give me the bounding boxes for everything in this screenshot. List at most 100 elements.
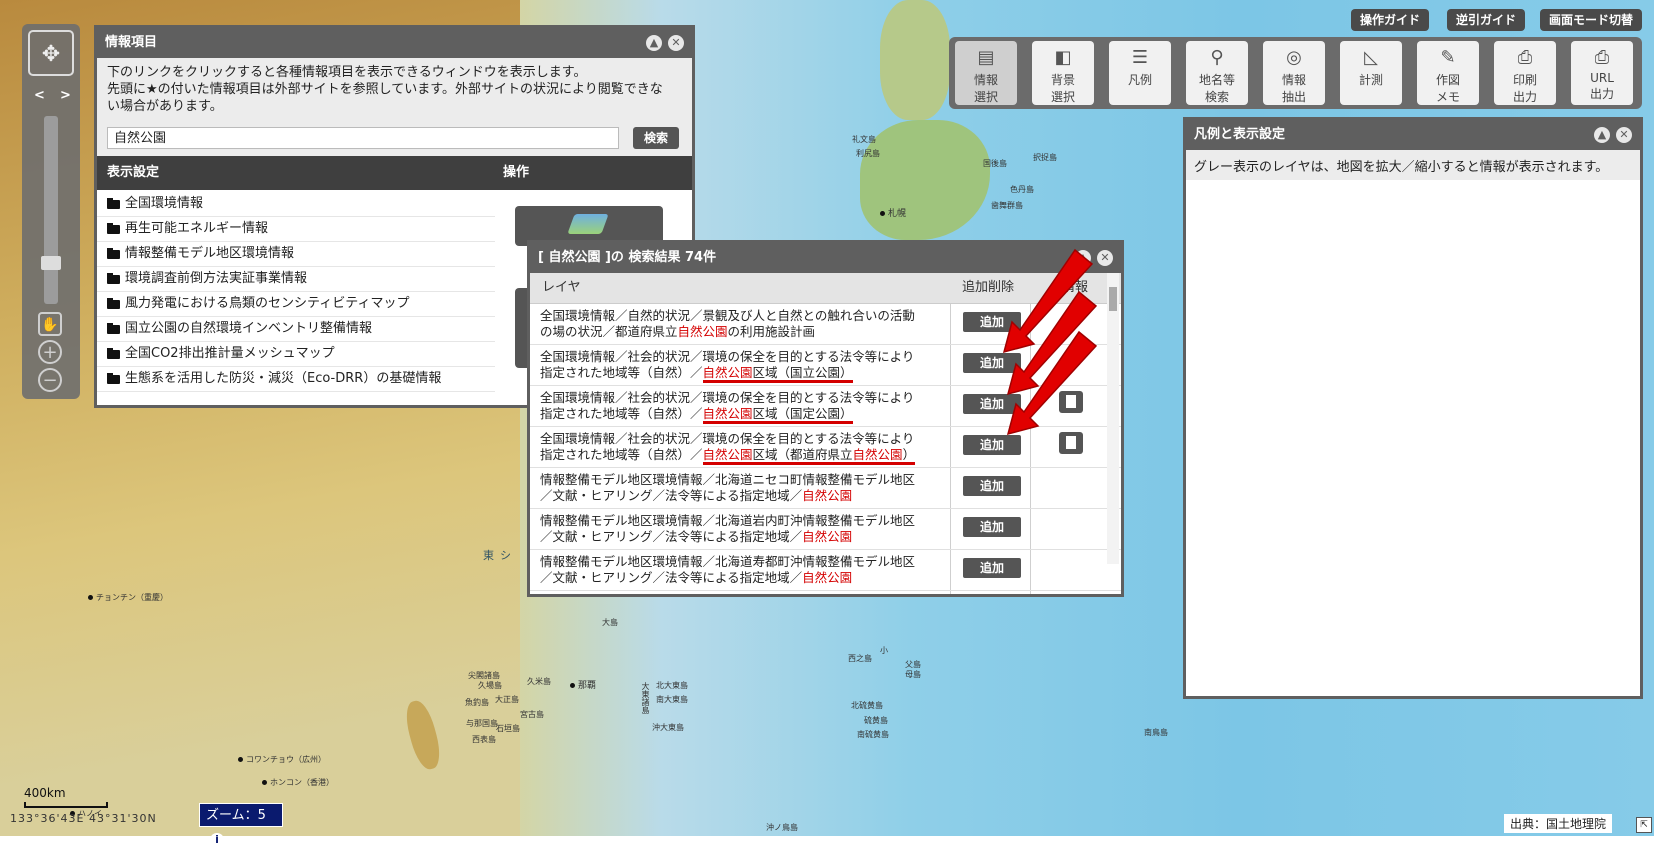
add-button[interactable]: 追加	[963, 558, 1021, 578]
collapse-icon[interactable]: ▲	[646, 35, 662, 51]
close-icon[interactable]: ✕	[1097, 250, 1113, 266]
highlight-term: 自然公園	[802, 529, 853, 544]
result-text-line: 指定された地域等（自然）／	[540, 365, 703, 380]
category-item[interactable]: 再生可能エネルギー情報	[97, 217, 495, 242]
category-item[interactable]: 生態系を活用した防災・減災（Eco-DRR）の基礎情報	[97, 367, 495, 392]
highlight-term: 自然公園	[802, 570, 853, 585]
map-label-kubajima: 久場島	[478, 681, 502, 690]
highlight-term: 自然公園	[802, 488, 853, 503]
category-item[interactable]: 全国CO2排出推計量メッシュマップ	[97, 342, 495, 367]
results-title: [ 自然公園 ]の 検索結果 74件	[538, 250, 717, 265]
result-text-line: 情報整備モデル地区環境情報／北海道岩内町沖情報整備モデル地区	[540, 513, 916, 528]
map-label-chongqing: チョンチン（重慶）	[88, 592, 168, 603]
add-button[interactable]: 追加	[963, 517, 1021, 537]
add-button[interactable]: 追加	[963, 476, 1021, 496]
result-text-line: 区域（国定公園）	[752, 406, 853, 421]
category-label: 生態系を活用した防災・減災（Eco-DRR）の基礎情報	[125, 371, 442, 386]
tool-measure[interactable]: ◺ 計測	[1340, 41, 1402, 105]
map-label-habomai: 歯舞群島	[991, 201, 1023, 210]
result-layer-text: 全国環境情報／社会的状況／環境の保全を目的とする法令等により 指定された地域等（自…	[540, 390, 935, 424]
result-row: 全国環境情報／社会的状況／環境の保全を目的とする法令等により 指定された地域等（自…	[530, 386, 1121, 427]
category-item[interactable]: 国立公園の自然環境インベントリ整備情報	[97, 317, 495, 342]
info-panel-description: 下のリンクをクリックすると各種情報項目を表示できるウィンドウを表示します。 先頭…	[97, 58, 692, 120]
nav-left-button[interactable]: <	[34, 88, 45, 103]
search-input[interactable]: 自然公園	[107, 127, 619, 149]
hand-tool-icon[interactable]: ✋	[38, 312, 62, 336]
legend-titlebar[interactable]: 凡例と表示設定 ▲ ✕	[1186, 120, 1640, 150]
map-label-etorofu: 択捉島	[1033, 153, 1057, 162]
category-item[interactable]: 風力発電における鳥類のセンシティビティマップ	[97, 292, 495, 317]
info-icon[interactable]: i	[210, 833, 224, 847]
map-label-iwo: 硫黄島	[864, 716, 888, 725]
add-button[interactable]: 追加	[963, 353, 1021, 373]
map-credit: 出典：国土地理院	[1504, 814, 1613, 833]
results-titlebar[interactable]: [ 自然公園 ]の 検索結果 74件 ▲ ✕	[530, 243, 1121, 273]
nav-right-button[interactable]: >	[60, 88, 71, 103]
collapse-icon[interactable]: ▲	[1594, 127, 1610, 143]
info-panel-titlebar[interactable]: 情報項目 ▲ ✕	[97, 28, 692, 58]
tool-label: メモ	[1435, 90, 1460, 104]
info-document-icon[interactable]	[1059, 432, 1083, 454]
tool-label: 情報	[973, 73, 998, 87]
expand-corner-icon[interactable]: ⇱	[1636, 817, 1652, 833]
search-button[interactable]: 検索	[633, 127, 679, 149]
scrollbar-thumb[interactable]	[1109, 287, 1117, 311]
legend-message: グレー表示のレイヤは、地図を拡大／縮小すると情報が表示されます。	[1186, 150, 1640, 180]
map-label-ishigaki: 石垣島	[496, 724, 520, 733]
map-label-yonaguni: 与那国島	[466, 719, 498, 728]
add-button[interactable]: 追加	[963, 394, 1021, 414]
legend-panel: 凡例と表示設定 ▲ ✕ グレー表示のレイヤは、地図を拡大／縮小すると情報が表示さ…	[1183, 117, 1643, 699]
zoom-in-icon[interactable]: +	[38, 340, 62, 364]
close-icon[interactable]: ✕	[1616, 127, 1632, 143]
map-label-uotsuri: 魚釣島	[465, 698, 489, 707]
placename-search-icon: ⚲	[1210, 47, 1224, 68]
map-label-iriomote: 西表島	[472, 735, 496, 744]
result-row: 全国環境情報／自然的状況／景観及び人と自然との触れ合いの活動 の場の状況／都道府県…	[530, 304, 1121, 345]
reverse-guide-button[interactable]: 逆引ガイド	[1447, 9, 1526, 31]
description-text: 先頭に★の付いた情報項目は外部サイトを参照しています。外部サイトの状況により閲覧…	[107, 82, 663, 97]
map-label-kitadaito: 北大東島	[656, 681, 688, 690]
zoom-slider[interactable]	[41, 116, 61, 304]
map-label-kume: 久米島	[527, 677, 551, 686]
printer-icon: ⎙	[1517, 47, 1533, 68]
add-button[interactable]: 追加	[963, 435, 1021, 455]
info-document-icon[interactable]	[1059, 391, 1083, 413]
zoom-slider-handle[interactable]	[41, 256, 61, 270]
result-text-line: ／文献・ヒアリング／法令等による指定地域／	[540, 488, 803, 503]
tool-drawing-memo[interactable]: ✎ 作図 メモ	[1417, 41, 1479, 105]
close-icon[interactable]: ✕	[668, 35, 684, 51]
tool-placename-search[interactable]: ⚲ 地名等 検索	[1186, 41, 1248, 105]
pan-control-icon[interactable]: ✥	[28, 30, 74, 76]
screen-mode-button[interactable]: 画面モード切替	[1540, 9, 1643, 31]
add-button[interactable]: 追加	[963, 312, 1021, 332]
category-item[interactable]: 情報整備モデル地区環境情報	[97, 242, 495, 267]
result-text-line: ／文献・ヒアリング／法令等による指定地域／	[540, 529, 803, 544]
map-label-hongkong: ホンコン（香港）	[262, 777, 334, 788]
tool-info-select[interactable]: ▤ 情報 選択	[955, 41, 1017, 105]
col-info: 情報	[1062, 280, 1089, 295]
tool-info-extract[interactable]: ◎ 情報 抽出	[1263, 41, 1325, 105]
tool-print[interactable]: ⎙ 印刷 出力	[1494, 41, 1556, 105]
category-item[interactable]: 環境調査前倒方法実証事業情報	[97, 267, 495, 292]
result-text-line: 全国環境情報／社会的状況／環境の保全を目的とする法令等により	[540, 349, 915, 364]
map-label-small: 小	[880, 646, 888, 655]
zoom-level-indicator[interactable]: ズーム：5 i	[199, 803, 283, 847]
tool-legend[interactable]: ☰ 凡例	[1109, 41, 1171, 105]
tool-url-output[interactable]: ⎙ URL 出力	[1571, 41, 1633, 105]
tool-background-select[interactable]: ◧ 背景 選択	[1032, 41, 1094, 105]
category-label: 環境調査前倒方法実証事業情報	[125, 271, 308, 286]
category-label: 国立公園の自然環境インベントリ整備情報	[125, 321, 373, 336]
tool-label: 凡例	[1127, 73, 1152, 87]
highlight-term: 自然公園	[702, 406, 753, 421]
description-text: 下のリンクをクリックすると各種情報項目を表示できるウィンドウを表示します。	[107, 65, 587, 80]
result-layer-text: 全国環境情報／自然的状況／景観及び人と自然との触れ合いの活動 の場の状況／都道府県…	[540, 308, 935, 340]
zoom-out-icon[interactable]: −	[38, 368, 62, 392]
tool-label: 計測	[1358, 73, 1383, 87]
results-scrollbar[interactable]	[1107, 273, 1119, 564]
operation-guide-button[interactable]: 操作ガイド	[1351, 9, 1430, 31]
result-text-line: 情報整備モデル地区環境情報／北海道寿都町沖情報整備モデル地区	[540, 554, 916, 569]
map-label-kitaiwo: 北硫黄島	[851, 701, 883, 710]
palette-icon: ✎	[1440, 47, 1456, 68]
category-item[interactable]: 全国環境情報	[97, 192, 495, 217]
collapse-icon[interactable]: ▲	[1075, 250, 1091, 266]
